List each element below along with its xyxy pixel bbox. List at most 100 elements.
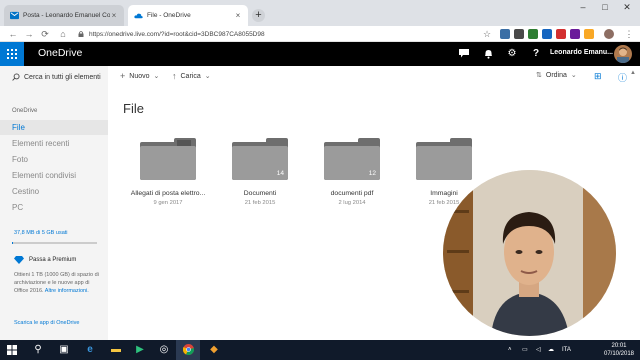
plus-icon: +: [120, 71, 126, 81]
sidebar-item-shared[interactable]: Elementi condivisi: [0, 168, 108, 183]
extension-icon[interactable]: [500, 29, 510, 39]
volume-icon[interactable]: ◁: [536, 340, 541, 360]
grid-view-icon[interactable]: ⊞: [594, 71, 602, 82]
notifications-bell-icon[interactable]: [476, 42, 500, 66]
learn-more-link[interactable]: Altre informazioni.: [45, 288, 89, 294]
search-box[interactable]: Cerca in tutti gli elementi: [0, 66, 108, 88]
tab-title: Posta - Leonardo Emanuel Cortes: [23, 12, 110, 19]
scroll-up-arrow-icon[interactable]: ▲: [630, 70, 638, 80]
bookmark-star-icon[interactable]: ☆: [480, 26, 494, 42]
search-icon[interactable]: ⚲: [26, 340, 50, 360]
storage-bar: [12, 242, 97, 244]
maximize-button[interactable]: □: [594, 0, 616, 16]
folder-date: 9 gen 2017: [153, 200, 183, 206]
app-title[interactable]: OneDrive: [38, 47, 82, 59]
sort-button[interactable]: ⇅ Ordina ⌄: [536, 71, 577, 80]
onedrive-tray-icon[interactable]: ☁: [548, 340, 554, 360]
extension-icon[interactable]: [556, 29, 566, 39]
get-apps-link[interactable]: Scarica le app di OneDrive: [14, 320, 79, 326]
nav-section-label: OneDrive: [12, 108, 38, 114]
menu-kebab-icon[interactable]: ⋮: [622, 26, 636, 42]
file-explorer-icon[interactable]: ▬: [104, 340, 128, 360]
url-text: https://onedrive.live.com/?id=root&cid=3…: [89, 30, 265, 38]
item-count: 14: [276, 170, 284, 177]
folder-icon: [140, 138, 196, 180]
task-view-icon[interactable]: ▣: [52, 340, 76, 360]
left-navigation: Cerca in tutti gli elementi OneDrive Fil…: [0, 66, 108, 340]
webcam-person-image: [443, 170, 616, 336]
sidebar-item-recycle-bin[interactable]: Cestino: [0, 184, 108, 199]
browser-tab-strip: Posta - Leonardo Emanuel Cortes × File -…: [0, 0, 640, 26]
user-name[interactable]: Leonardo Emanu...: [550, 49, 613, 56]
chevron-down-icon: ⌄: [204, 73, 211, 80]
premium-title[interactable]: Passa a Premium: [29, 257, 76, 263]
language-indicator[interactable]: ITA: [562, 340, 571, 360]
back-icon[interactable]: ←: [6, 26, 20, 42]
app-icon[interactable]: ◎: [152, 340, 176, 360]
onedrive-cloud-icon: [134, 13, 143, 19]
lock-icon: [78, 31, 84, 37]
new-label: Nuovo: [129, 72, 150, 80]
sidebar-item-recent[interactable]: Elementi recenti: [0, 136, 108, 151]
system-clock[interactable]: 20:01 07/10/2018: [602, 342, 636, 358]
windows-start-icon[interactable]: [0, 340, 24, 360]
close-window-button[interactable]: ✕: [616, 0, 638, 16]
upload-label: Carica: [180, 72, 201, 80]
network-icon[interactable]: ▭: [522, 340, 528, 360]
sidebar-item-files[interactable]: File: [0, 120, 108, 135]
tab-title: File - OneDrive: [147, 12, 191, 19]
home-icon[interactable]: ⌂: [56, 26, 70, 42]
settings-gear-icon[interactable]: ⚙: [500, 42, 524, 66]
extension-icon[interactable]: [528, 29, 538, 39]
folder-icon: [416, 138, 472, 180]
chevron-down-icon: ⌄: [153, 73, 160, 80]
info-pane-icon[interactable]: ⓘ: [618, 71, 627, 84]
shared-folder-icon: [177, 140, 191, 146]
tray-up-arrow-icon[interactable]: ˄: [508, 340, 512, 360]
reload-icon[interactable]: ⟳: [38, 26, 52, 42]
diamond-icon: [14, 256, 24, 264]
avatar[interactable]: [614, 45, 632, 63]
address-toolbar: ← → ⟳ ⌂ https://onedrive.live.com/?id=ro…: [0, 26, 640, 42]
folder-name: Documenti: [243, 190, 277, 197]
storage-bar-fill: [12, 242, 13, 244]
app-icon[interactable]: ◆: [202, 340, 226, 360]
edge-browser-icon[interactable]: e: [78, 340, 102, 360]
url-field[interactable]: https://onedrive.live.com/?id=root&cid=3…: [78, 28, 490, 40]
tab-mail[interactable]: Posta - Leonardo Emanuel Cortes ×: [4, 5, 124, 26]
folder-tile[interactable]: Allegati di posta elettro... 9 gen 2017: [130, 138, 206, 206]
page-title: File: [123, 101, 144, 116]
extension-icon[interactable]: [570, 29, 580, 39]
folder-icon: 14: [232, 138, 288, 180]
minimize-button[interactable]: –: [572, 0, 594, 16]
media-app-icon[interactable]: ▶: [128, 340, 152, 360]
tab-onedrive[interactable]: File - OneDrive ×: [128, 5, 248, 26]
folder-tile[interactable]: 12 documenti pdf 2 lug 2014: [314, 138, 390, 206]
folder-icon: 12: [324, 138, 380, 180]
folder-name: documenti pdf: [330, 190, 374, 197]
extension-icon[interactable]: [542, 29, 552, 39]
help-icon[interactable]: ?: [524, 42, 548, 66]
new-tab-button[interactable]: +: [252, 9, 265, 22]
folder-date: 2 lug 2014: [338, 200, 366, 206]
upload-button[interactable]: ↑ Carica ⌄: [172, 71, 211, 81]
app-launcher-icon[interactable]: [0, 42, 24, 66]
close-tab-icon[interactable]: ×: [110, 11, 118, 20]
sidebar-item-pc[interactable]: PC: [0, 200, 108, 215]
new-button[interactable]: + Nuovo ⌄: [120, 71, 159, 81]
storage-usage-link[interactable]: 37,8 MB di 5 GB usati: [14, 230, 68, 236]
extension-icon[interactable]: [584, 29, 594, 39]
extension-icon[interactable]: [514, 29, 524, 39]
chrome-icon[interactable]: [176, 340, 200, 360]
folder-tile[interactable]: 14 Documenti 21 feb 2015: [222, 138, 298, 206]
forward-icon[interactable]: →: [22, 26, 36, 42]
item-count: 12: [368, 170, 376, 177]
chat-icon[interactable]: [452, 42, 476, 66]
sidebar-item-photos[interactable]: Foto: [0, 152, 108, 167]
search-input[interactable]: Cerca in tutti gli elementi: [24, 74, 101, 81]
profile-avatar-icon[interactable]: [604, 29, 614, 39]
chevron-down-icon: ⌄: [570, 72, 577, 79]
folder-name: Allegati di posta elettro...: [130, 190, 206, 197]
close-tab-icon[interactable]: ×: [234, 11, 242, 20]
webcam-overlay: [443, 170, 616, 336]
